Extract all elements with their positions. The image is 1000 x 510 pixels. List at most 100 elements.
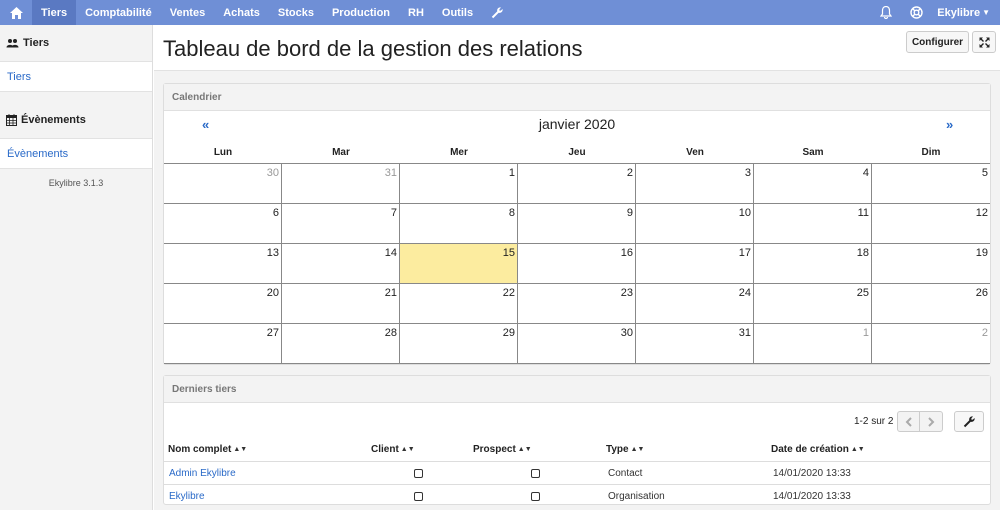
weekday-header: Dim	[921, 147, 941, 158]
weekday-header: Lun	[213, 147, 233, 158]
entity-name-link[interactable]: Admin Ekylibre	[169, 462, 236, 485]
page-title: Tableau de bord de la gestion des relati…	[163, 36, 583, 61]
calendar-day[interactable]: 28	[282, 324, 400, 364]
calendar-day[interactable]: 22	[400, 284, 518, 324]
calendar-day[interactable]: 30	[518, 324, 636, 364]
calendar-day[interactable]: 31	[636, 324, 754, 364]
calendar-day[interactable]: 29	[400, 324, 518, 364]
calendar-day[interactable]: 13	[164, 244, 282, 284]
weekday-header: Ven	[686, 147, 704, 158]
calendar-day[interactable]: 10	[636, 204, 754, 244]
top-navbar: Tiers Comptabilité Ventes Achats Stocks …	[0, 0, 1000, 25]
chevron-left-icon	[906, 416, 913, 427]
nav-item-ventes[interactable]: Ventes	[161, 0, 214, 25]
calendar-day[interactable]: 11	[754, 204, 872, 244]
column-header-client[interactable]: Client ▲▼	[371, 438, 415, 461]
weekday-header: Jeu	[568, 147, 586, 158]
calendar-day[interactable]: 1	[754, 324, 872, 364]
nav-item-production[interactable]: Production	[323, 0, 399, 25]
table-settings-button[interactable]	[954, 411, 984, 432]
entity-type: Organisation	[608, 491, 665, 502]
entity-created: 14/01/2020 13:33	[773, 468, 851, 479]
fullscreen-button[interactable]	[972, 31, 996, 53]
prev-page-button[interactable]	[898, 412, 921, 431]
calendar-day[interactable]: 26	[872, 284, 990, 324]
calendar-icon	[6, 114, 17, 126]
nav-item-achats[interactable]: Achats	[214, 0, 269, 25]
prospect-checkbox	[531, 469, 540, 478]
sidebar-item-evenements[interactable]: Évènements	[0, 138, 152, 169]
sort-icon: ▲▼	[233, 446, 248, 453]
calendar-day[interactable]: 12	[872, 204, 990, 244]
calendar-day[interactable]: 20	[164, 284, 282, 324]
nav-item-stocks[interactable]: Stocks	[269, 0, 323, 25]
sidebar-item-tiers[interactable]: Tiers	[0, 61, 152, 92]
sidebar-section-title: Évènements	[21, 114, 86, 126]
table-row: Admin Ekylibre Contact 14/01/2020 13:33	[164, 461, 990, 484]
weekday-header: Sam	[802, 147, 824, 158]
calendar-day[interactable]: 17	[636, 244, 754, 284]
calendar-day[interactable]: 30	[164, 164, 282, 204]
column-header-prospect[interactable]: Prospect ▲▼	[473, 438, 532, 461]
bell-icon	[880, 6, 893, 19]
calendar-day[interactable]: 23	[518, 284, 636, 324]
sidebar-section-tiers: Tiers	[0, 25, 152, 61]
calendar-day[interactable]: 8	[400, 204, 518, 244]
calendar-day[interactable]: 14	[282, 244, 400, 284]
table-header: Nom complet ▲▼ Client ▲▼ Prospect ▲▼ Type ▲▼…	[164, 438, 990, 461]
sidebar-section-evenements: Évènements	[0, 102, 152, 138]
calendar-next-button[interactable]: »	[946, 117, 953, 132]
table-row: Ekylibre Organisation 14/01/2020 13:33	[164, 484, 990, 507]
users-icon	[6, 39, 19, 48]
entity-name-link[interactable]: Ekylibre	[169, 485, 205, 508]
calendar-day[interactable]: 31	[282, 164, 400, 204]
notifications-button[interactable]	[871, 6, 901, 19]
calendar-panel-title: Calendrier	[164, 84, 990, 111]
nav-item-comptabilite[interactable]: Comptabilité	[76, 0, 161, 25]
nav-item-settings[interactable]	[482, 0, 512, 25]
calendar-day[interactable]: 4	[754, 164, 872, 204]
calendar-day[interactable]: 3	[636, 164, 754, 204]
weekday-header: Mer	[450, 147, 468, 158]
calendar-day[interactable]: 25	[754, 284, 872, 324]
wrench-icon	[491, 6, 503, 18]
app-version: Ekylibre 3.1.3	[48, 178, 104, 188]
home-icon	[9, 6, 23, 19]
column-header-type[interactable]: Type ▲▼	[606, 438, 644, 461]
user-name: Ekylibre	[937, 6, 981, 19]
sidebar-section-title: Tiers	[23, 37, 50, 49]
sort-icon: ▲▼	[517, 446, 532, 453]
calendar-day-today[interactable]: 15	[400, 244, 518, 284]
configure-button[interactable]: Configurer	[906, 31, 969, 53]
calendar-day[interactable]: 5	[872, 164, 990, 204]
calendar-day[interactable]: 1	[400, 164, 518, 204]
calendar-prev-button[interactable]: «	[202, 117, 209, 132]
user-menu[interactable]: Ekylibre ▼	[931, 7, 1000, 19]
calendar-day[interactable]: 24	[636, 284, 754, 324]
expand-icon	[979, 37, 989, 47]
help-button[interactable]	[901, 6, 931, 19]
calendar-day[interactable]: 2	[872, 324, 990, 364]
calendar-day[interactable]: 9	[518, 204, 636, 244]
calendar-day[interactable]: 16	[518, 244, 636, 284]
calendar-day[interactable]: 19	[872, 244, 990, 284]
calendar-day[interactable]: 2	[518, 164, 636, 204]
calendar-day[interactable]: 21	[282, 284, 400, 324]
nav-item-rh[interactable]: RH	[399, 0, 433, 25]
page-header: Tableau de bord de la gestion des relati…	[154, 25, 1000, 71]
calendar-weekdays: Lun Mar Mer Jeu Ven Sam Dim	[164, 143, 990, 163]
caret-down-icon: ▼	[982, 8, 990, 17]
home-button[interactable]	[0, 0, 32, 25]
column-header-name[interactable]: Nom complet ▲▼	[168, 438, 247, 461]
calendar-day[interactable]: 18	[754, 244, 872, 284]
calendar-day[interactable]: 6	[164, 204, 282, 244]
sort-icon: ▲▼	[850, 446, 865, 453]
calendar-day[interactable]: 7	[282, 204, 400, 244]
calendar-day[interactable]: 27	[164, 324, 282, 364]
client-checkbox	[414, 492, 423, 501]
pagination: 1-2 sur 2	[854, 411, 944, 432]
nav-item-outils[interactable]: Outils	[433, 0, 482, 25]
nav-item-tiers[interactable]: Tiers	[32, 0, 77, 25]
next-page-button[interactable]	[920, 412, 942, 431]
column-header-created[interactable]: Date de création ▲▼	[771, 438, 865, 461]
